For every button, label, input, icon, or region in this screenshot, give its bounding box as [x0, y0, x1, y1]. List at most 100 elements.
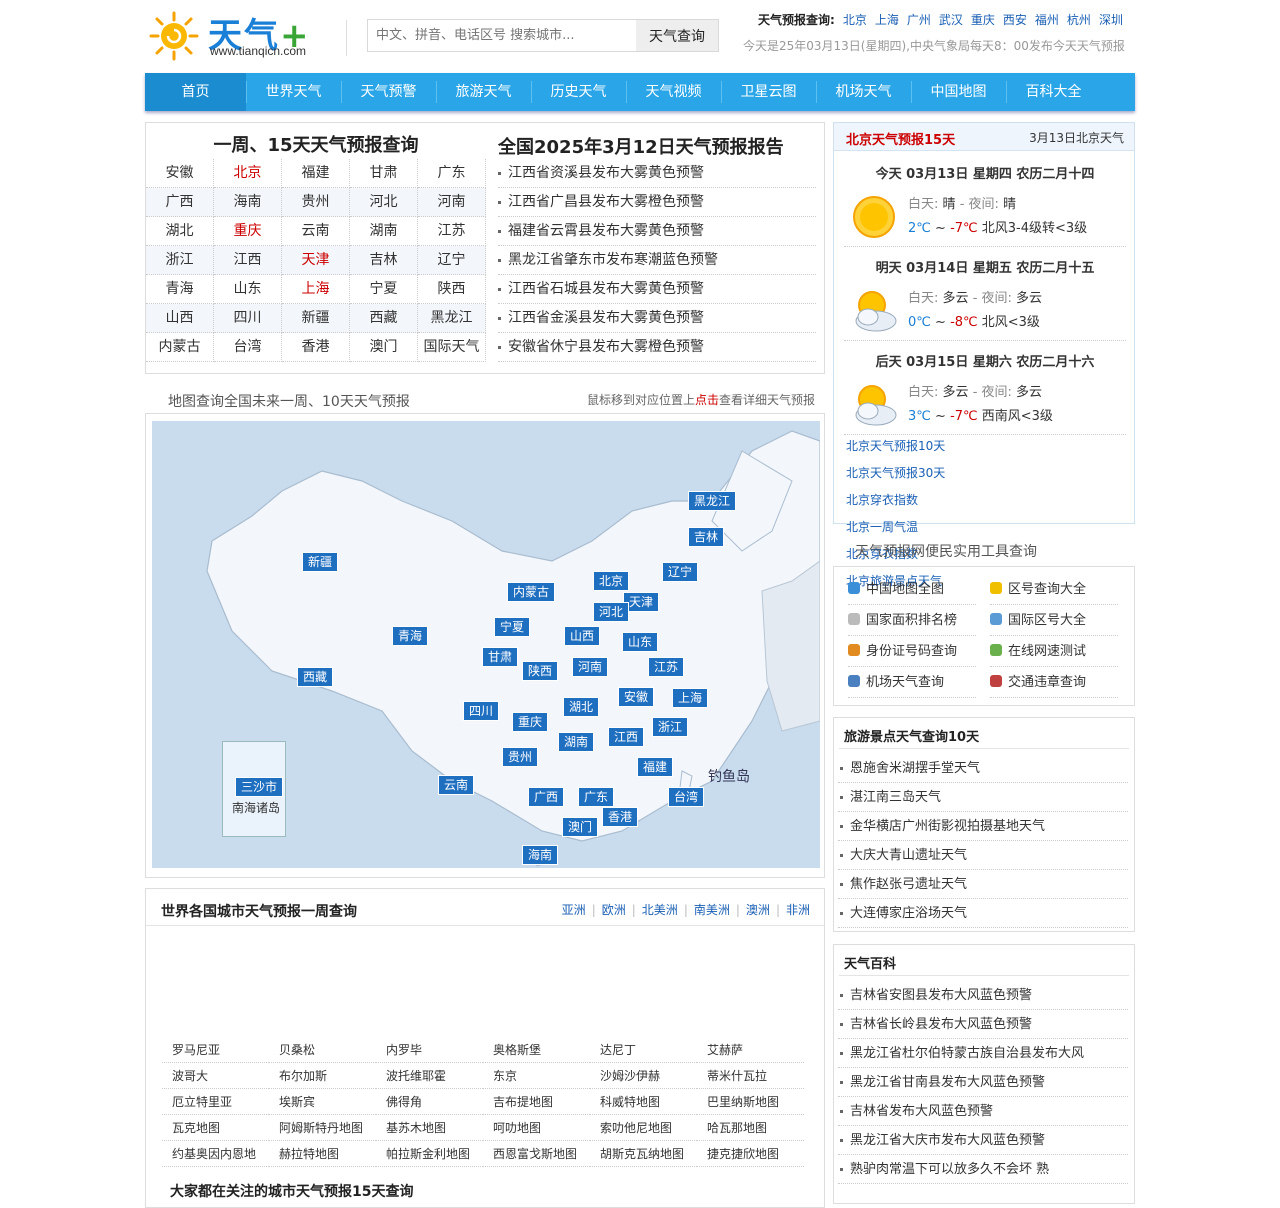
map-marker-辽宁[interactable]: 辽宁: [662, 562, 699, 582]
search-input[interactable]: [368, 20, 636, 51]
world-city-link[interactable]: 呵叻地图: [483, 1115, 590, 1141]
province-link[interactable]: 山西: [146, 304, 214, 333]
province-link[interactable]: 山东: [214, 275, 282, 304]
nav-item-1[interactable]: 世界天气: [246, 73, 341, 111]
map-marker-陕西[interactable]: 陕西: [522, 661, 559, 681]
warning-item[interactable]: 黑龙江省肇东市发布寒潮蓝色预警: [498, 246, 816, 275]
province-link[interactable]: 西藏: [350, 304, 418, 333]
map-marker-甘肃[interactable]: 甘肃: [482, 647, 519, 667]
province-link[interactable]: 江苏: [418, 217, 486, 246]
continent-tab[interactable]: 澳洲: [746, 903, 770, 917]
map-marker-安徽[interactable]: 安徽: [618, 687, 655, 707]
map-marker-贵州[interactable]: 贵州: [502, 747, 539, 767]
beijing-link[interactable]: 北京天气预报30天: [846, 460, 992, 487]
warning-item[interactable]: 江西省广昌县发布大雾橙色预警: [498, 188, 816, 217]
baike-item[interactable]: 吉林省发布大风蓝色预警: [838, 1097, 1128, 1126]
world-city-link[interactable]: 艾赫萨: [697, 1037, 804, 1063]
world-city-link[interactable]: 波托维耶霍: [376, 1063, 483, 1089]
nav-item-9[interactable]: 百科大全: [1006, 73, 1101, 111]
map-marker-福建[interactable]: 福建: [637, 757, 674, 777]
province-link[interactable]: 新疆: [282, 304, 350, 333]
scenic-item[interactable]: 大连傅家庄浴场天气: [838, 899, 1128, 928]
province-link[interactable]: 贵州: [282, 188, 350, 217]
world-city-link[interactable]: 奥格斯堡: [483, 1037, 590, 1063]
province-link[interactable]: 河北: [350, 188, 418, 217]
province-link[interactable]: 宁夏: [350, 275, 418, 304]
world-city-link[interactable]: 西恩富戈斯地图: [483, 1141, 590, 1167]
province-link[interactable]: 海南: [214, 188, 282, 217]
baike-item[interactable]: 黑龙江省甘南县发布大风蓝色预警: [838, 1068, 1128, 1097]
world-city-link[interactable]: 哈瓦那地图: [697, 1115, 804, 1141]
world-city-link[interactable]: 沙姆沙伊赫: [590, 1063, 697, 1089]
search-button[interactable]: 天气查询: [636, 20, 718, 51]
province-link[interactable]: 黑龙江: [418, 304, 486, 333]
map-marker-上海[interactable]: 上海: [672, 688, 709, 708]
nav-item-5[interactable]: 天气视频: [626, 73, 721, 111]
beijing-link[interactable]: 北京穿衣指数: [846, 487, 992, 514]
world-city-link[interactable]: 东京: [483, 1063, 590, 1089]
hot-city-link[interactable]: 广州: [907, 13, 931, 27]
continent-tab[interactable]: 非洲: [786, 903, 810, 917]
province-link[interactable]: 湖北: [146, 217, 214, 246]
province-link[interactable]: 台湾: [214, 333, 282, 362]
world-city-link[interactable]: 胡斯克瓦纳地图: [590, 1141, 697, 1167]
province-link[interactable]: 河南: [418, 188, 486, 217]
tool-link[interactable]: 机场天气查询: [848, 668, 976, 698]
province-link[interactable]: 吉林: [350, 246, 418, 275]
tool-link[interactable]: 国际区号大全: [990, 606, 1118, 636]
scenic-item[interactable]: 大庆大青山遗址天气: [838, 841, 1128, 870]
map-marker-青海[interactable]: 青海: [392, 626, 429, 646]
tool-link[interactable]: 交通违章查询: [990, 668, 1118, 698]
tool-link[interactable]: 身份证号码查询: [848, 637, 976, 667]
tool-link[interactable]: 中国地图全图: [848, 575, 976, 605]
baike-item[interactable]: 黑龙江省杜尔伯特蒙古族自治县发布大风: [838, 1039, 1128, 1068]
province-link[interactable]: 澳门: [350, 333, 418, 362]
map-marker-北京[interactable]: 北京: [593, 571, 630, 591]
warning-item[interactable]: 江西省石城县发布大雾黄色预警: [498, 275, 816, 304]
map-marker-广西[interactable]: 广西: [528, 787, 565, 807]
map-marker-宁夏[interactable]: 宁夏: [494, 617, 531, 637]
map-marker-吉林[interactable]: 吉林: [688, 527, 725, 547]
nav-item-2[interactable]: 天气预警: [341, 73, 436, 111]
map-marker-云南[interactable]: 云南: [438, 775, 475, 795]
hot-city-link[interactable]: 福州: [1035, 13, 1059, 27]
province-link[interactable]: 云南: [282, 217, 350, 246]
world-city-link[interactable]: 约基奥因内恩地: [162, 1141, 269, 1167]
continent-tab[interactable]: 亚洲: [562, 903, 586, 917]
province-link[interactable]: 甘肃: [350, 159, 418, 188]
continent-tab[interactable]: 南美洲: [694, 903, 730, 917]
world-city-link[interactable]: 厄立特里亚: [162, 1089, 269, 1115]
province-link[interactable]: 湖南: [350, 217, 418, 246]
hot-city-link[interactable]: 重庆: [971, 13, 995, 27]
warning-item[interactable]: 江西省金溪县发布大雾黄色预警: [498, 304, 816, 333]
baike-item[interactable]: 熟驴肉常温下可以放多久不会坏 熟: [838, 1155, 1128, 1184]
province-link[interactable]: 四川: [214, 304, 282, 333]
hot-city-link[interactable]: 深圳: [1099, 13, 1123, 27]
map-marker-四川[interactable]: 四川: [463, 701, 500, 721]
scenic-item[interactable]: 恩施舍米湖摆手堂天气: [838, 754, 1128, 783]
nav-item-6[interactable]: 卫星云图: [721, 73, 816, 111]
hot-city-link[interactable]: 西安: [1003, 13, 1027, 27]
nav-item-3[interactable]: 旅游天气: [436, 73, 531, 111]
province-link[interactable]: 国际天气: [418, 333, 486, 362]
province-link[interactable]: 重庆: [214, 217, 282, 246]
world-city-link[interactable]: 贝桑松: [269, 1037, 376, 1063]
map-marker-江苏[interactable]: 江苏: [648, 657, 685, 677]
world-city-link[interactable]: 阿姆斯特丹地图: [269, 1115, 376, 1141]
province-link[interactable]: 内蒙古: [146, 333, 214, 362]
nav-item-4[interactable]: 历史天气: [531, 73, 626, 111]
warning-item[interactable]: 福建省云霄县发布大雾黄色预警: [498, 217, 816, 246]
nav-item-7[interactable]: 机场天气: [816, 73, 911, 111]
beijing-link[interactable]: 北京一周气温: [846, 514, 992, 541]
map-marker-江西[interactable]: 江西: [608, 727, 645, 747]
world-city-link[interactable]: 吉布提地图: [483, 1089, 590, 1115]
beijing-link[interactable]: 北京天气预报10天: [846, 433, 992, 460]
baike-item[interactable]: 吉林省长岭县发布大风蓝色预警: [838, 1010, 1128, 1039]
map-marker-黑龙江[interactable]: 黑龙江: [688, 491, 737, 511]
province-link[interactable]: 青海: [146, 275, 214, 304]
province-link[interactable]: 天津: [282, 246, 350, 275]
continent-tab[interactable]: 欧洲: [602, 903, 626, 917]
world-city-link[interactable]: 布尔加斯: [269, 1063, 376, 1089]
map-marker-海南[interactable]: 海南: [522, 845, 559, 865]
map-marker-香港[interactable]: 香港: [602, 807, 639, 827]
